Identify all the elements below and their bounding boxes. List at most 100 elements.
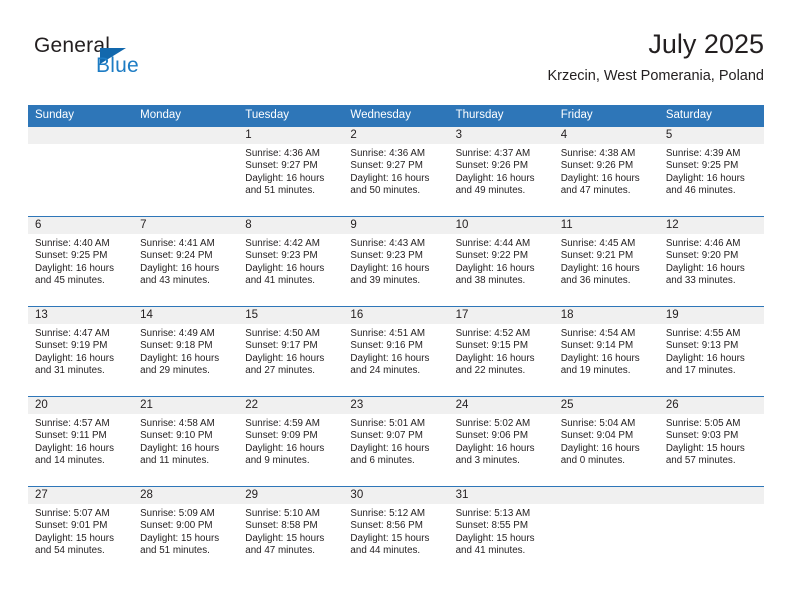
daylight-text-line1: Daylight: 16 hours (560, 172, 640, 184)
day-details: Sunrise: 4:47 AM Sunset: 9:19 PM Dayligh… (28, 324, 133, 378)
sunrise-text: Sunrise: 4:42 AM (245, 238, 320, 249)
day-details: Sunrise: 5:04 AM Sunset: 9:04 PM Dayligh… (554, 414, 659, 468)
day-number-band: 11 (553, 217, 659, 234)
day-number: 31 (455, 489, 469, 501)
day-cell: 22 Sunrise: 4:59 AM Sunset: 9:09 PM Dayl… (238, 397, 344, 486)
day-number-band: 6 (28, 217, 134, 234)
sunrise-text: Sunrise: 4:37 AM (455, 148, 531, 159)
sunrise-text: Sunrise: 4:45 AM (560, 238, 636, 249)
day-number: 15 (245, 309, 259, 321)
sunrise-text: Sunrise: 5:01 AM (350, 418, 426, 429)
day-number-band: 15 (238, 307, 344, 324)
day-number-band: 16 (343, 307, 449, 324)
daylight-text-line1: Daylight: 16 hours (350, 262, 430, 274)
day-number: 24 (455, 399, 469, 411)
day-cell: 4 Sunrise: 4:38 AM Sunset: 9:26 PM Dayli… (553, 127, 659, 216)
sunset-text: Sunset: 9:11 PM (35, 430, 107, 442)
day-cell: 15 Sunrise: 4:50 AM Sunset: 9:17 PM Dayl… (238, 307, 344, 396)
day-number-band: 9 (343, 217, 449, 234)
daylight-text-line1: Daylight: 16 hours (665, 262, 745, 274)
sunset-text: Sunset: 9:25 PM (665, 160, 739, 172)
day-number: 28 (140, 489, 153, 501)
daylight-text-line2: and 45 minutes. (35, 275, 105, 287)
day-number-band (553, 487, 659, 504)
day-cell (133, 127, 239, 216)
sunset-text: Sunset: 9:23 PM (245, 250, 318, 262)
daylight-text-line2: and 44 minutes. (350, 545, 421, 557)
day-number-band: 12 (658, 217, 764, 234)
daylight-text-line2: and 47 minutes. (560, 185, 631, 197)
day-number-band: 30 (343, 487, 449, 504)
daylight-text-line1: Daylight: 16 hours (245, 352, 325, 364)
sunset-text: Sunset: 9:21 PM (560, 250, 634, 262)
day-cell: 3 Sunrise: 4:37 AM Sunset: 9:26 PM Dayli… (448, 127, 554, 216)
week-row: 6 Sunrise: 4:40 AM Sunset: 9:25 PM Dayli… (28, 216, 764, 306)
day-number: 2 (350, 129, 357, 141)
sunrise-text: Sunrise: 5:04 AM (560, 418, 636, 429)
sunrise-text: Sunrise: 5:13 AM (455, 508, 531, 519)
page-header: General Blue July 2025 Krzecin, West Pom… (28, 28, 764, 94)
day-details: Sunrise: 4:36 AM Sunset: 9:27 PM Dayligh… (238, 144, 343, 198)
daylight-text-line1: Daylight: 16 hours (455, 442, 535, 454)
sunset-text: Sunset: 9:27 PM (245, 160, 318, 172)
title-block: July 2025 Krzecin, West Pomerania, Polan… (547, 28, 764, 86)
daylight-text-line2: and 39 minutes. (350, 275, 421, 287)
day-number: 20 (35, 399, 48, 411)
day-details: Sunrise: 4:40 AM Sunset: 9:25 PM Dayligh… (28, 234, 133, 288)
daylight-text-line1: Daylight: 16 hours (455, 172, 535, 184)
day-cell: 23 Sunrise: 5:01 AM Sunset: 9:07 PM Dayl… (343, 397, 449, 486)
weekday-header-saturday: Saturday (665, 109, 712, 121)
sunrise-text: Sunrise: 4:51 AM (350, 328, 426, 339)
day-number-band: 10 (448, 217, 554, 234)
day-details: Sunrise: 4:42 AM Sunset: 9:23 PM Dayligh… (238, 234, 343, 288)
day-cell: 7 Sunrise: 4:41 AM Sunset: 9:24 PM Dayli… (133, 217, 239, 306)
daylight-text-line2: and 43 minutes. (140, 275, 210, 287)
general-blue-logo: General Blue (34, 34, 224, 84)
sunset-text: Sunset: 9:04 PM (560, 430, 634, 442)
day-details: Sunrise: 5:05 AM Sunset: 9:03 PM Dayligh… (659, 414, 764, 468)
day-cell: 19 Sunrise: 4:55 AM Sunset: 9:13 PM Dayl… (658, 307, 764, 396)
sunset-text: Sunset: 9:22 PM (455, 250, 528, 262)
day-number: 8 (245, 219, 252, 231)
day-details (133, 144, 238, 148)
sunrise-text: Sunrise: 5:12 AM (350, 508, 426, 519)
day-cell: 31 Sunrise: 5:13 AM Sunset: 8:55 PM Dayl… (448, 487, 554, 576)
daylight-text-line2: and 46 minutes. (665, 185, 736, 197)
day-number: 23 (350, 399, 364, 411)
sunrise-text: Sunrise: 4:38 AM (560, 148, 636, 159)
daylight-text-line1: Daylight: 15 hours (140, 532, 220, 544)
day-number: 25 (560, 399, 574, 411)
day-number-band: 5 (658, 127, 764, 144)
daylight-text-line2: and 9 minutes. (245, 455, 310, 467)
sunset-text: Sunset: 9:18 PM (140, 340, 213, 352)
weekday-header-tuesday: Tuesday (245, 109, 289, 121)
sunrise-text: Sunrise: 4:41 AM (140, 238, 215, 249)
day-number: 6 (35, 219, 42, 231)
day-number-band: 7 (133, 217, 239, 234)
day-details: Sunrise: 5:01 AM Sunset: 9:07 PM Dayligh… (343, 414, 448, 468)
logo-text-blue: Blue (96, 54, 139, 77)
daylight-text-line1: Daylight: 16 hours (350, 442, 430, 454)
sunrise-text: Sunrise: 5:09 AM (140, 508, 215, 519)
day-number: 30 (350, 489, 364, 501)
day-number: 4 (560, 129, 568, 141)
day-cell: 2 Sunrise: 4:36 AM Sunset: 9:27 PM Dayli… (343, 127, 449, 216)
daylight-text-line2: and 36 minutes. (560, 275, 631, 287)
day-details: Sunrise: 4:44 AM Sunset: 9:22 PM Dayligh… (449, 234, 554, 288)
daylight-text-line2: and 3 minutes. (455, 455, 520, 467)
day-details: Sunrise: 4:58 AM Sunset: 9:10 PM Dayligh… (133, 414, 238, 468)
week-row: 1 Sunrise: 4:36 AM Sunset: 9:27 PM Dayli… (28, 126, 764, 216)
daylight-text-line2: and 29 minutes. (140, 365, 210, 377)
day-number-band: 13 (28, 307, 134, 324)
day-cell: 27 Sunrise: 5:07 AM Sunset: 9:01 PM Dayl… (28, 487, 134, 576)
daylight-text-line1: Daylight: 15 hours (245, 532, 325, 544)
daylight-text-line2: and 14 minutes. (35, 455, 105, 467)
sunset-text: Sunset: 9:15 PM (455, 340, 528, 352)
daylight-text-line2: and 57 minutes. (665, 455, 736, 467)
day-cell: 29 Sunrise: 5:10 AM Sunset: 8:58 PM Dayl… (238, 487, 344, 576)
day-details: Sunrise: 5:13 AM Sunset: 8:55 PM Dayligh… (449, 504, 554, 558)
day-details: Sunrise: 4:50 AM Sunset: 9:17 PM Dayligh… (238, 324, 343, 378)
day-number-band: 20 (28, 397, 134, 414)
day-number-band (658, 487, 764, 504)
sunset-text: Sunset: 9:00 PM (140, 520, 213, 532)
